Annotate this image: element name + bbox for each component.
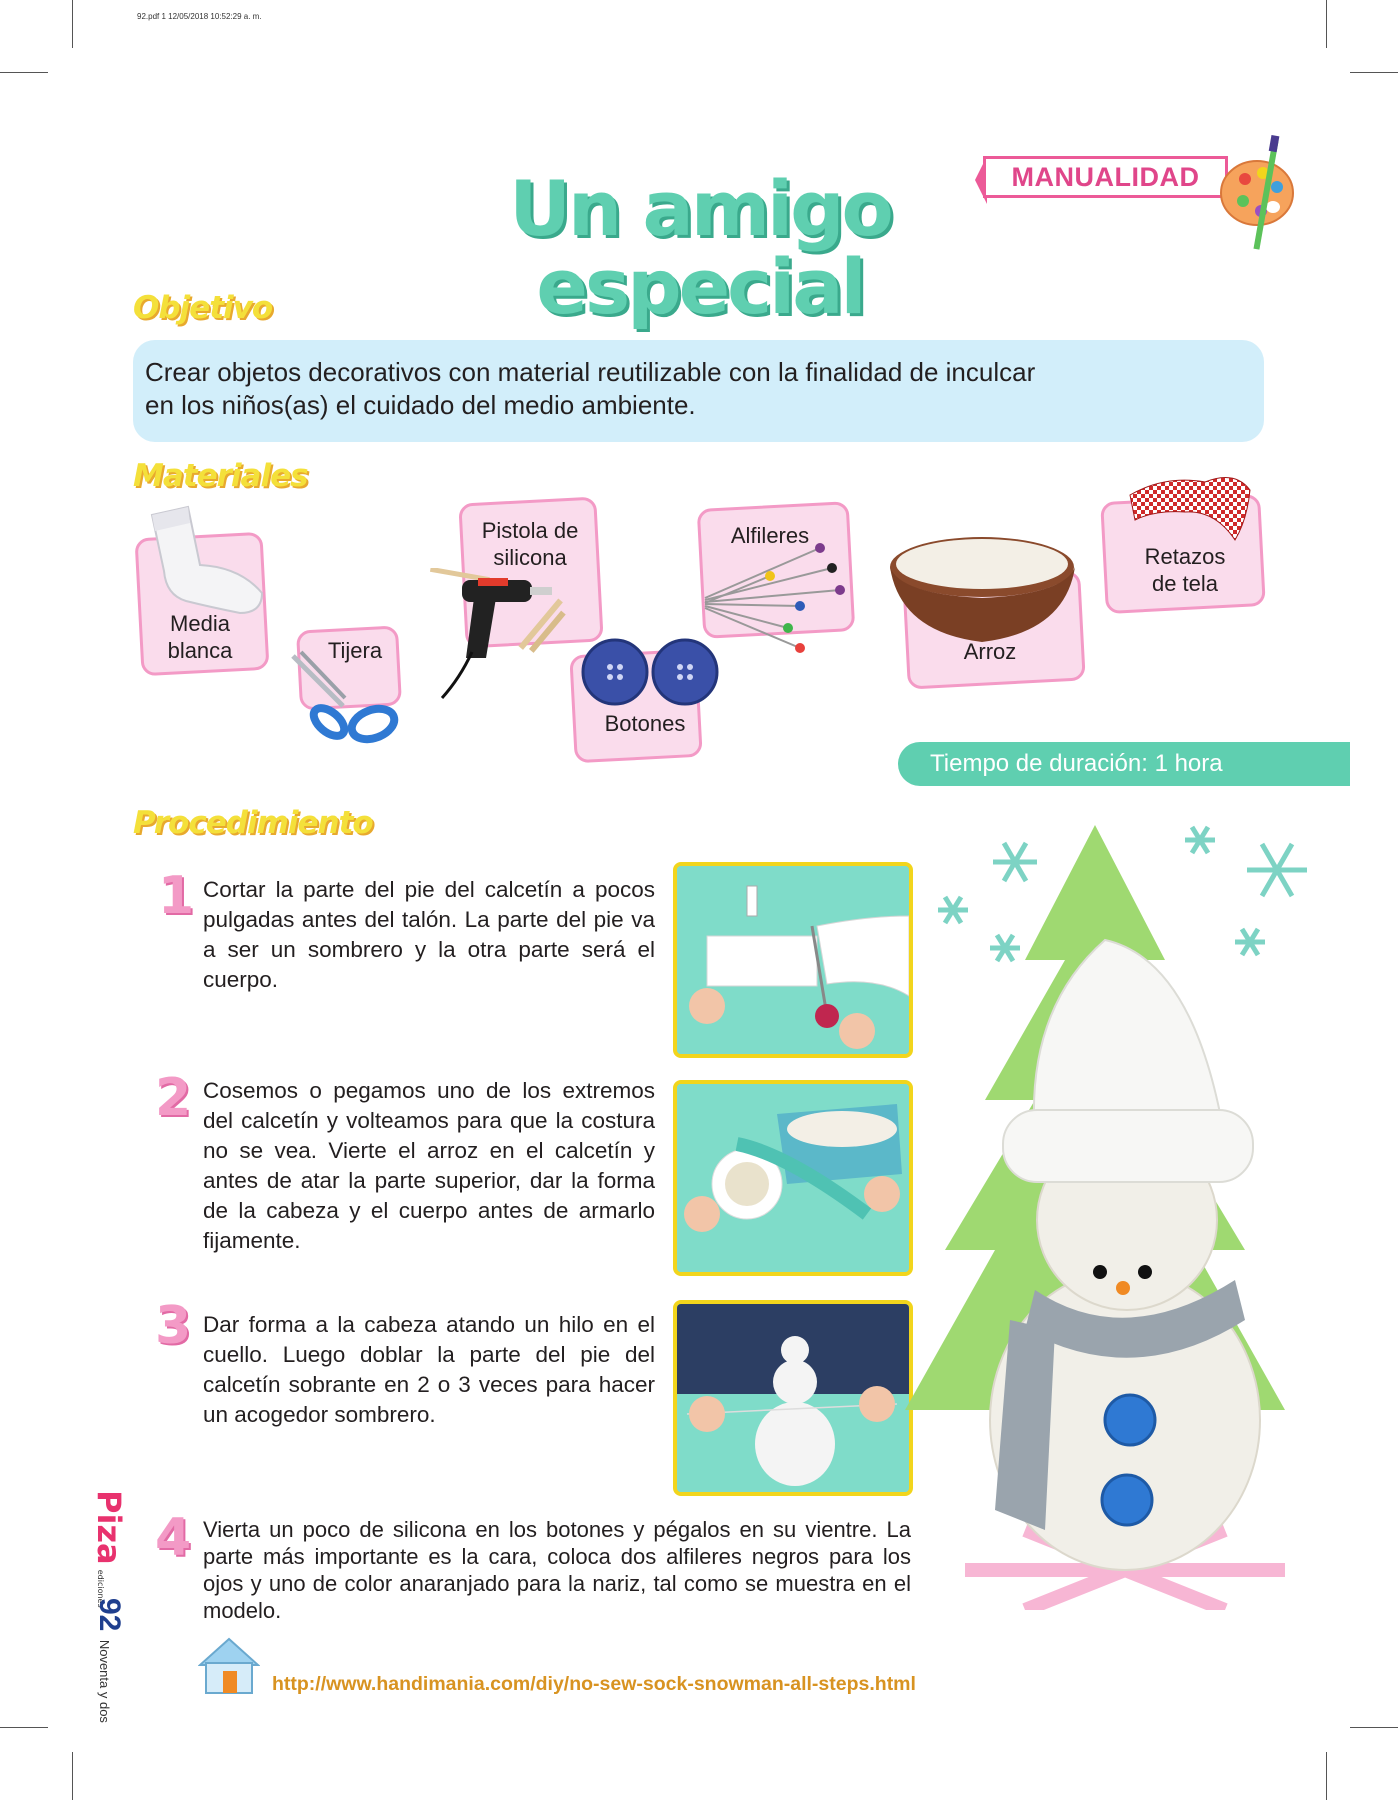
- page-number-words: Noventa y dos: [97, 1639, 112, 1723]
- objective-heading: Objetivo: [133, 290, 273, 326]
- pouring-rice-illustration: [677, 1084, 909, 1272]
- crop-mark: [1350, 1727, 1398, 1728]
- sock-icon: [150, 505, 264, 615]
- step-text-1: Cortar la parte del pie del calcetín a p…: [203, 877, 655, 992]
- step-photo-3: [673, 1300, 913, 1496]
- brand-name: Piza: [90, 1490, 128, 1565]
- material-label-buttons: Botones: [604, 711, 686, 736]
- step-number-3: 3: [155, 1296, 192, 1356]
- materials-heading: Materiales: [133, 458, 309, 494]
- step-number-2: 2: [155, 1068, 192, 1128]
- title-line-1: Un amigo: [509, 164, 893, 253]
- home-icon[interactable]: [198, 1635, 260, 1695]
- step-text-3: Dar forma a la cabeza atando un hilo en …: [203, 1312, 655, 1427]
- glue-gun-icon: [430, 568, 566, 700]
- step-photo-1: [673, 862, 913, 1058]
- title-line-2: especial: [536, 242, 866, 331]
- snowman-tree-illustration: [905, 825, 1307, 1610]
- cutting-sock-illustration: [677, 866, 909, 1054]
- page-title: Un amigo especial: [470, 170, 930, 326]
- page-number: 92: [93, 1598, 126, 1632]
- category-tag: MANUALIDAD: [983, 156, 1228, 198]
- duration-banner: Tiempo de duración: 1 hora: [898, 742, 1350, 786]
- step-text-4: Vierta un poco de silicona en los botone…: [203, 1517, 911, 1623]
- material-label-rice: Arroz: [963, 639, 1017, 664]
- objective-text-line-1: Crear objetos decorativos con material r…: [145, 357, 1036, 387]
- crop-mark: [1326, 1752, 1327, 1800]
- step-number-4: 4: [155, 1508, 192, 1568]
- step-text-2: Cosemos o pegamos uno de los extremos de…: [203, 1078, 655, 1253]
- crop-mark: [0, 1727, 48, 1728]
- crop-mark: [1350, 72, 1398, 73]
- print-header: 92.pdf 1 12/05/2018 10:52:29 a. m.: [137, 12, 262, 21]
- crop-mark: [72, 1752, 73, 1800]
- crop-mark: [0, 72, 48, 73]
- pins-icon: [704, 543, 845, 653]
- scissors-icon: [291, 650, 399, 744]
- objective-box: Crear objetos decorativos con material r…: [133, 340, 1264, 442]
- source-link[interactable]: http://www.handimania.com/diy/no-sew-soc…: [272, 1673, 916, 1696]
- tying-thread-illustration: [677, 1304, 909, 1492]
- procedure-heading: Procedimiento: [133, 805, 374, 841]
- palette-icon: [1220, 135, 1294, 250]
- fabric-icon: [1129, 477, 1251, 541]
- category-tag-label: MANUALIDAD: [1011, 161, 1200, 192]
- page-number-block: 92 Noventa y dos: [93, 1598, 251, 1723]
- crop-mark: [1326, 0, 1327, 48]
- crop-mark: [72, 0, 73, 48]
- step-number-1: 1: [158, 866, 195, 926]
- material-label-glue-gun: Pistola de silicona: [481, 518, 579, 570]
- objective-text-line-2: en los niños(as) el cuidado del medio am…: [145, 390, 696, 420]
- rice-bowl-icon: [890, 537, 1075, 642]
- material-label-sock: Media blanca: [167, 611, 233, 663]
- step-photo-2: [673, 1080, 913, 1276]
- material-label-fabric: Retazos de tela: [1144, 544, 1226, 596]
